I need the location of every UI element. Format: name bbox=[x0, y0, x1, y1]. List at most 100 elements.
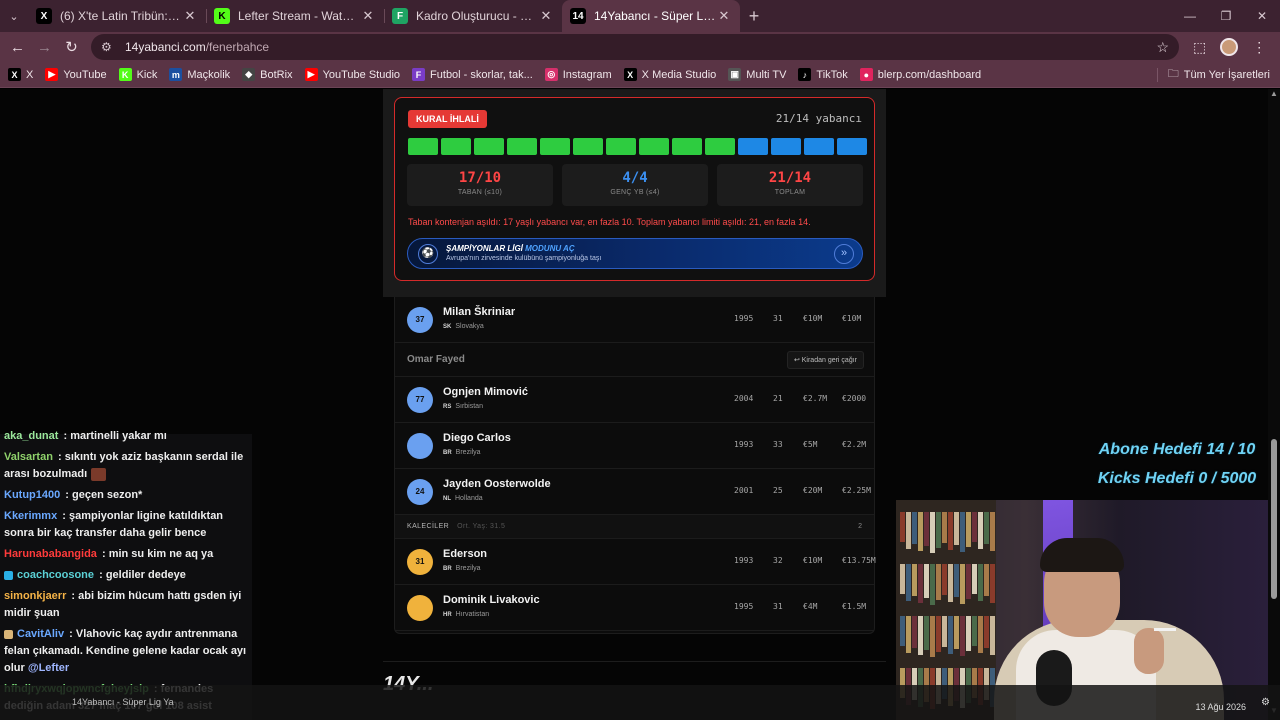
taskbar-date: 13 Ağu 2026 bbox=[1195, 702, 1246, 712]
book bbox=[918, 512, 923, 551]
player-value: €20M bbox=[803, 486, 823, 495]
bookmark-item[interactable]: ▣ Multi TV bbox=[728, 68, 786, 81]
user-badge-icon bbox=[4, 570, 13, 580]
country-name: Brezilya bbox=[455, 565, 481, 572]
new-tab-button[interactable]: + bbox=[740, 6, 768, 27]
country-code: BR bbox=[443, 450, 452, 456]
chat-username[interactable]: Harunababangida bbox=[4, 548, 97, 560]
player-country: BR Brezilya bbox=[443, 565, 481, 572]
tab-search-icon[interactable]: ⌄ bbox=[0, 0, 28, 32]
bookmark-item[interactable]: ◆ BotRix bbox=[242, 68, 293, 81]
banner-subtitle: Avrupa'nın zirvesinde kulübünü şampiyonl… bbox=[446, 255, 602, 262]
stat-label: GENÇ YB (≤4) bbox=[610, 189, 660, 196]
browser-tab[interactable]: X (6) X'te Latin Tribün: "Facundo (✕ bbox=[28, 0, 206, 32]
player-row[interactable]: 31 Ederson BR Brezilya 1993 32 €10M €13.75M bbox=[395, 539, 876, 585]
browser-tab[interactable]: K Lefter Stream - Watch Live on K✕ bbox=[206, 0, 384, 32]
bookmark-item[interactable]: X X Media Studio bbox=[623, 68, 716, 81]
chat-emote bbox=[91, 467, 107, 481]
chat-separator: : bbox=[68, 590, 79, 602]
player-row[interactable]: 37 Milan Škriniar SK Slovakya 1995 31 €10M €10M bbox=[395, 297, 874, 343]
quota-slot bbox=[507, 138, 537, 155]
bookmark-item[interactable]: m Maçkolik bbox=[169, 68, 230, 81]
chat-username[interactable]: Kkerimmx bbox=[4, 510, 57, 522]
book bbox=[954, 512, 959, 545]
bookmark-star-icon[interactable]: ☆ bbox=[1156, 39, 1169, 56]
player-name: Dominik Livakovic bbox=[443, 594, 540, 606]
reload-button[interactable]: ↻ bbox=[58, 32, 85, 62]
player-row[interactable]: Diego Carlos BR Brezilya 1993 33 €5M €2.2M bbox=[395, 423, 874, 469]
bookmark-item[interactable]: ▶ YouTube bbox=[45, 68, 107, 81]
page-scrollbar[interactable]: ▲ ▼ bbox=[1268, 89, 1280, 720]
player-age: 25 bbox=[773, 486, 783, 495]
chat-text: min su kim ne aq ya bbox=[108, 548, 214, 560]
champions-league-banner[interactable]: ⚽ ŞAMPİYONLAR LİGİ MODUNU AÇ Avrupa'nın … bbox=[407, 238, 863, 269]
tab-close-icon[interactable]: ✕ bbox=[182, 8, 198, 24]
minimize-icon[interactable]: — bbox=[1172, 0, 1208, 32]
forward-button[interactable]: → bbox=[31, 32, 58, 62]
book bbox=[966, 512, 971, 547]
country-code: SK bbox=[443, 324, 452, 330]
bookmark-item[interactable]: ● blerp.com/dashboard bbox=[859, 68, 981, 81]
country-name: Slovakya bbox=[455, 323, 484, 330]
taskbar: 14Yabancı - Süper Lig Ya 13 Ağu 2026 ⚙ bbox=[0, 685, 1280, 720]
bookmark-item[interactable]: ♪ TikTok bbox=[798, 68, 848, 81]
browser-tab[interactable]: 14 14Yabancı - Süper Lig Yabancı I✕ bbox=[562, 0, 740, 32]
player-wage: €1.5M bbox=[842, 602, 867, 611]
kick-icon: K bbox=[118, 68, 132, 81]
site-info-icon[interactable]: ⚙ bbox=[101, 40, 119, 54]
x-logo-icon: X bbox=[8, 68, 21, 81]
book bbox=[960, 512, 965, 552]
close-window-icon[interactable]: ✕ bbox=[1244, 0, 1280, 32]
chat-mention[interactable]: @Lefter bbox=[28, 662, 69, 674]
book bbox=[966, 564, 971, 599]
restore-icon[interactable]: ❐ bbox=[1208, 0, 1244, 32]
country-name: Hollanda bbox=[455, 495, 483, 502]
player-year: 2004 bbox=[734, 394, 754, 403]
browser-toolbar: ← → ↻ ⚙ 14yabanci.com/fenerbahce ☆ ⬚ ⋮ bbox=[0, 32, 1280, 62]
profile-avatar[interactable] bbox=[1220, 38, 1239, 56]
extensions-icon[interactable]: ⬚ bbox=[1193, 39, 1206, 56]
menu-icon[interactable]: ⋮ bbox=[1252, 39, 1266, 56]
tab-close-icon[interactable]: ✕ bbox=[538, 8, 554, 24]
chat-message: Harunababangida : min su kim ne aq ya bbox=[4, 546, 248, 563]
bookmark-item[interactable]: F Futbol - skorlar, tak... bbox=[412, 68, 533, 81]
back-button[interactable]: ← bbox=[4, 32, 31, 62]
chat-username[interactable]: CavitAliv bbox=[17, 628, 64, 640]
chevrons-right-icon[interactable]: » bbox=[834, 244, 854, 264]
player-wage: €2.25M bbox=[842, 486, 871, 495]
player-country: HR Hırvatistan bbox=[443, 611, 489, 618]
chat-username[interactable]: Kutup1400 bbox=[4, 489, 60, 501]
player-row[interactable]: 24 Jayden Oosterwolde NL Hollanda 2001 25 €20M… bbox=[395, 469, 874, 515]
bookmark-item[interactable]: K Kick bbox=[118, 68, 157, 81]
scroll-up-icon[interactable]: ▲ bbox=[1268, 89, 1280, 103]
address-bar[interactable]: ⚙ 14yabanci.com/fenerbahce ☆ bbox=[91, 34, 1179, 60]
section-count: 2 bbox=[858, 523, 862, 530]
bookmark-item[interactable]: XX bbox=[8, 68, 33, 81]
bookmark-item[interactable]: ◎ Instagram bbox=[544, 68, 612, 81]
recall-loan-button[interactable]: ↩ Kiradan geri çağır bbox=[786, 351, 864, 369]
player-country: SK Slovakya bbox=[443, 323, 484, 330]
book bbox=[972, 616, 977, 646]
tray-icon[interactable]: ⚙ bbox=[1261, 697, 1270, 708]
chat-username[interactable]: coachcoosone bbox=[17, 569, 94, 581]
player-name: Diego Carlos bbox=[443, 432, 511, 444]
scroll-thumb[interactable] bbox=[1271, 439, 1277, 599]
quota-slot bbox=[672, 138, 702, 155]
browser-tab[interactable]: F Kadro Oluşturucu - Formasyonl✕ bbox=[384, 0, 562, 32]
chat-username[interactable]: simonkjaerr bbox=[4, 590, 66, 602]
chat-username[interactable]: Valsartan bbox=[4, 451, 53, 463]
folder-icon: 🗀 bbox=[1167, 68, 1179, 80]
bookmark-label: X bbox=[26, 68, 34, 81]
tab-close-icon[interactable]: ✕ bbox=[716, 8, 732, 24]
chat-separator: : bbox=[60, 430, 71, 442]
taskbar-window-label[interactable]: 14Yabancı - Süper Lig Ya bbox=[72, 697, 174, 707]
chat-username[interactable]: aka_dunat bbox=[4, 430, 58, 442]
quota-stat: 4/4 GENÇ YB (≤4) bbox=[562, 164, 708, 206]
tab-close-icon[interactable]: ✕ bbox=[360, 8, 376, 24]
book bbox=[936, 616, 941, 652]
player-row[interactable]: Dominik Livakovic HR Hırvatistan 1995 31 €4M €… bbox=[395, 585, 874, 631]
quota-warning: Taban kontenjan aşıldı: 17 yaşlı yabancı… bbox=[408, 217, 811, 227]
all-bookmarks-button[interactable]: 🗀 Tüm Yer İşaretleri bbox=[1168, 65, 1270, 84]
bookmark-item[interactable]: ▶ YouTube Studio bbox=[304, 68, 400, 81]
player-row[interactable]: 77 Ognjen Mimović RS Sırbistan 2004 21 €2.7M €2… bbox=[395, 377, 874, 423]
